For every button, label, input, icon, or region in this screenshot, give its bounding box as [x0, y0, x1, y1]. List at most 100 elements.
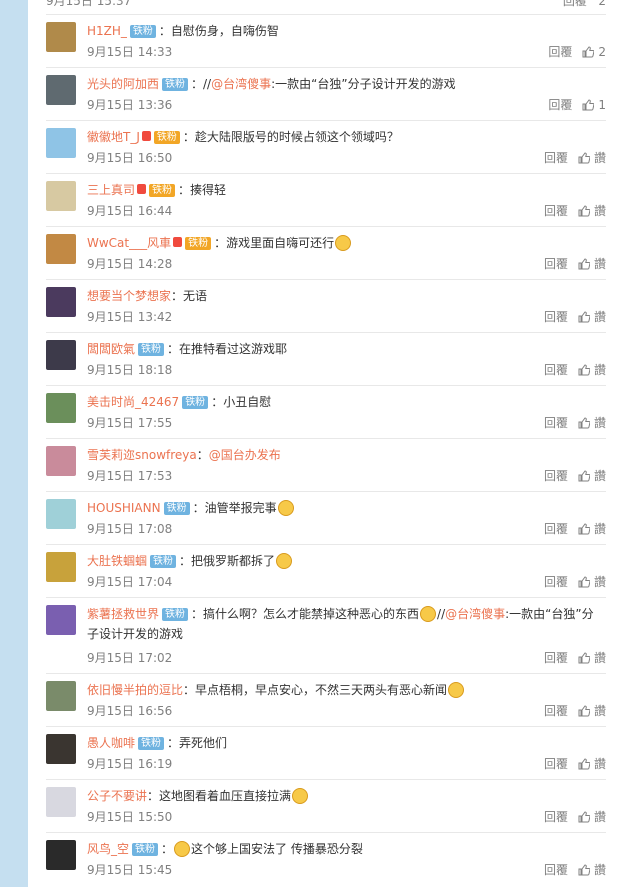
reply-button[interactable]: 回覆: [544, 416, 568, 430]
username-link[interactable]: HOUSHIANN: [87, 501, 161, 515]
username-link[interactable]: 愚人咖啡: [87, 736, 135, 750]
avatar[interactable]: [46, 499, 76, 529]
comment-text: 三上真司 铁粉 ：揍得轻: [87, 180, 602, 200]
like-button[interactable]: 讚: [578, 363, 606, 377]
username-link[interactable]: 风鸟_空: [87, 842, 129, 856]
like-count[interactable]: 2: [598, 0, 606, 8]
username-link[interactable]: 紫薯拯救世界: [87, 607, 159, 621]
comment-list: H1ZH_ 铁粉 ：自慰伤身，自嗨伤智 9月15日 14:33 回覆 2 光头的阿加西 铁粉：…: [46, 14, 606, 885]
fan-badge[interactable]: 铁粉: [162, 78, 189, 91]
thumbs-up-icon: [578, 523, 591, 535]
avatar[interactable]: [46, 446, 76, 476]
reply-button[interactable]: 回覆: [544, 757, 568, 771]
like-button[interactable]: 讚: [578, 151, 606, 165]
fan-badge[interactable]: 铁粉: [149, 184, 176, 197]
comment-text: 光头的阿加西 铁粉 ：//@台湾傻事:一款由“台独”分子设计开发的游戏: [87, 74, 602, 94]
avatar[interactable]: [46, 393, 76, 423]
reply-button[interactable]: 回覆: [544, 257, 568, 271]
reply-button[interactable]: 回覆: [563, 0, 587, 8]
fan-badge[interactable]: 铁粉: [129, 25, 156, 38]
like-button[interactable]: 2: [582, 45, 606, 59]
username-link[interactable]: H1ZH_: [87, 24, 127, 38]
mention-link[interactable]: @国台办发布: [209, 448, 281, 462]
comment-actions: 回覆 讚: [544, 149, 606, 166]
reply-button[interactable]: 回覆: [544, 810, 568, 824]
fan-badge[interactable]: 铁粉: [163, 502, 190, 515]
like-count: 讚: [593, 310, 606, 324]
avatar[interactable]: [46, 287, 76, 317]
avatar[interactable]: [46, 340, 76, 370]
comment-actions: 回覆 2: [548, 43, 606, 60]
like-button[interactable]: 讚: [578, 651, 606, 665]
reply-button[interactable]: 回覆: [544, 651, 568, 665]
fan-badge[interactable]: 铁粉: [138, 343, 165, 356]
like-button[interactable]: 讚: [578, 310, 606, 324]
avatar[interactable]: [46, 22, 76, 52]
username-link[interactable]: 依旧慢半拍的逗比: [87, 683, 183, 697]
comment-actions: 回覆 讚: [544, 573, 606, 590]
reply-button[interactable]: 回覆: [544, 204, 568, 218]
fan-badge[interactable]: 铁粉: [185, 237, 212, 250]
fan-badge[interactable]: 铁粉: [153, 131, 180, 144]
reply-button[interactable]: 回覆: [544, 310, 568, 324]
avatar[interactable]: [46, 840, 76, 870]
like-button[interactable]: 讚: [578, 575, 606, 589]
reply-button[interactable]: 回覆: [544, 575, 568, 589]
avatar[interactable]: [46, 605, 76, 635]
fan-badge[interactable]: 铁粉: [150, 555, 177, 568]
like-button[interactable]: 1: [582, 98, 606, 112]
username-link[interactable]: 公子不要讲: [87, 789, 147, 803]
reply-button[interactable]: 回覆: [544, 704, 568, 718]
username-link[interactable]: 想要当个梦想家: [87, 289, 171, 303]
reply-button[interactable]: 回覆: [544, 363, 568, 377]
reply-button[interactable]: 回覆: [544, 469, 568, 483]
reply-button[interactable]: 回覆: [548, 45, 572, 59]
mention-link[interactable]: @台湾傻事: [445, 607, 505, 621]
fan-badge[interactable]: 铁粉: [162, 608, 189, 621]
like-button[interactable]: 讚: [578, 469, 606, 483]
like-button[interactable]: 讚: [578, 416, 606, 430]
like-count: 讚: [593, 651, 606, 665]
avatar[interactable]: [46, 234, 76, 264]
username-link[interactable]: 大肚铁蝈蝈: [87, 554, 147, 568]
avatar[interactable]: [46, 681, 76, 711]
smiley-emoji-icon: [335, 235, 352, 251]
page-scrollbar[interactable]: [4, 0, 18, 887]
reply-button[interactable]: 回覆: [544, 522, 568, 536]
comment-text: 大肚铁蝈蝈 铁粉 ：把俄罗斯都拆了: [87, 551, 602, 571]
username-link[interactable]: 徽徽地T_J: [87, 130, 140, 144]
like-button[interactable]: 讚: [578, 522, 606, 536]
thumbs-up-icon: [578, 652, 591, 664]
like-button[interactable]: 讚: [578, 204, 606, 218]
comment-item: 愚人咖啡 铁粉 ：弄死他们 9月15日 16:19 回覆 讚: [46, 726, 606, 779]
username-link[interactable]: 三上真司: [87, 183, 135, 197]
like-button[interactable]: 讚: [578, 257, 606, 271]
fan-badge[interactable]: 铁粉: [132, 843, 159, 856]
username-link[interactable]: 美击时尚_42467: [87, 395, 179, 409]
comment-text: 徽徽地T_J 铁粉 ：趁大陆限版号的时候占领这个领域吗？: [87, 127, 602, 147]
comment-item: 公子不要讲：这地图看着血压直接拉满 9月15日 15:50 回覆 讚: [46, 779, 606, 832]
username-link[interactable]: WwCat___风車: [87, 236, 171, 250]
reply-button[interactable]: 回覆: [544, 151, 568, 165]
smiley-emoji-icon: [292, 788, 309, 804]
comment-item: 闆闆欧氣 铁粉 ：在推特看过这游戏耶 9月15日 18:18 回覆 讚: [46, 332, 606, 385]
avatar[interactable]: [46, 181, 76, 211]
fan-badge[interactable]: 铁粉: [138, 737, 165, 750]
like-button[interactable]: 讚: [578, 704, 606, 718]
comment-text: H1ZH_ 铁粉 ：自慰伤身，自嗨伤智: [87, 21, 602, 41]
like-button[interactable]: 讚: [578, 757, 606, 771]
reply-button[interactable]: 回覆: [544, 863, 568, 877]
like-button[interactable]: 讚: [578, 863, 606, 877]
username-link[interactable]: 雪芙莉迩snowfreya: [87, 448, 197, 462]
avatar[interactable]: [46, 787, 76, 817]
avatar[interactable]: [46, 734, 76, 764]
reply-button[interactable]: 回覆: [548, 98, 572, 112]
fan-badge[interactable]: 铁粉: [182, 396, 209, 409]
avatar[interactable]: [46, 552, 76, 582]
avatar[interactable]: [46, 75, 76, 105]
mention-link[interactable]: @台湾傻事: [211, 77, 271, 91]
username-link[interactable]: 光头的阿加西: [87, 77, 159, 91]
username-link[interactable]: 闆闆欧氣: [87, 342, 135, 356]
avatar[interactable]: [46, 128, 76, 158]
like-button[interactable]: 讚: [578, 810, 606, 824]
